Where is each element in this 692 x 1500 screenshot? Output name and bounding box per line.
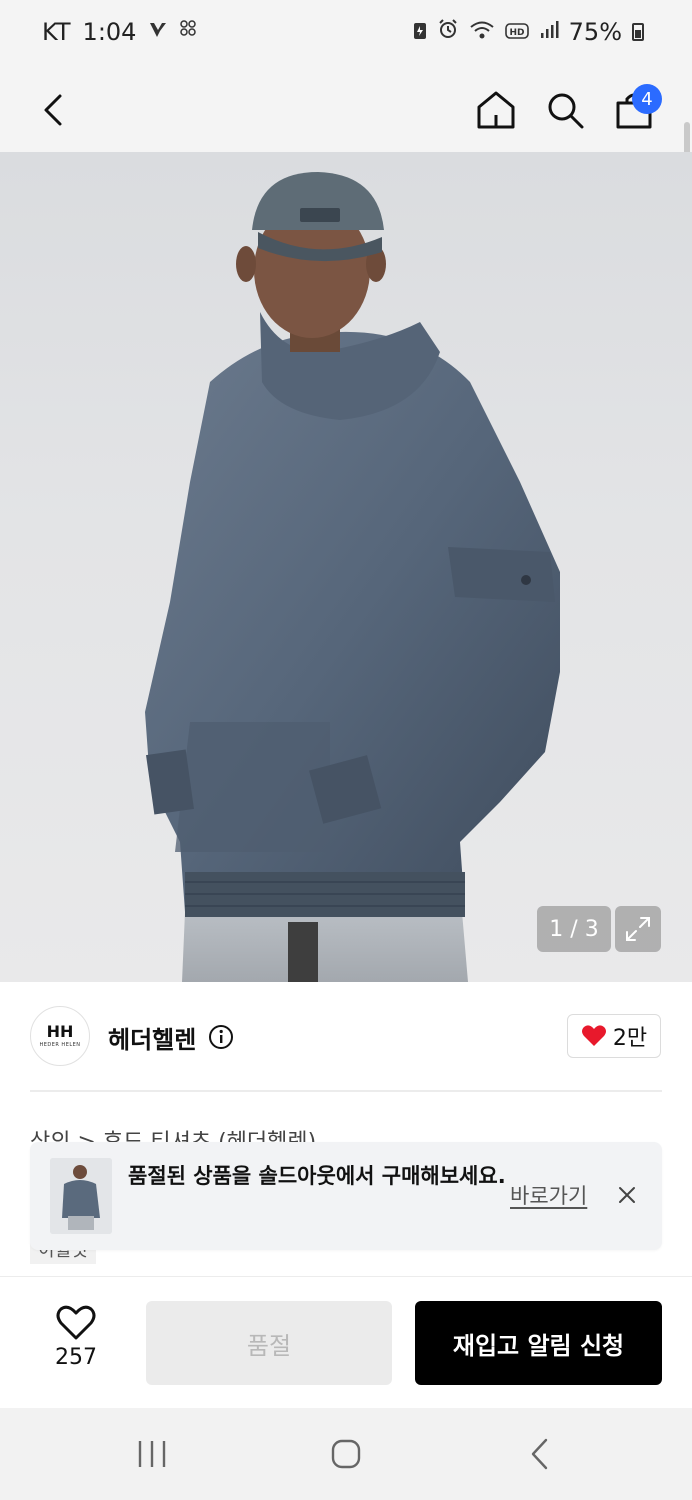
cart-button[interactable]: 4 [606, 82, 662, 138]
status-left: KT 1:04 [42, 18, 197, 46]
svg-text:HD: HD [509, 28, 524, 38]
soldout-button[interactable]: 품절 [146, 1301, 392, 1385]
top-navigation: 4 [0, 70, 692, 262]
recent-apps-icon [138, 1441, 166, 1467]
status-right: HD 75% [413, 18, 644, 46]
expand-image-button[interactable] [615, 906, 661, 952]
carrier: KT [42, 18, 71, 46]
clock: 1:04 [82, 18, 137, 46]
status-bar: KT 1:04 HD 75% [0, 0, 692, 70]
wishlist-button[interactable]: 257 [30, 1305, 122, 1385]
home-system-button[interactable] [316, 1430, 376, 1478]
heart-filled-icon [581, 1025, 606, 1046]
photo-counter: 1 / 3 [537, 906, 611, 952]
brand-row: HH HEDER HELEN 헤더헬렌 2만 [0, 982, 692, 1090]
hd-icon: HD [504, 18, 529, 46]
soldout-toast: 품절된 상품을 솔드아웃에서 구매해보세요. 바로가기 [30, 1142, 662, 1250]
toast-close-button[interactable] [614, 1182, 640, 1208]
toast-product-thumbnail [50, 1158, 112, 1234]
product-image-gallery[interactable]: 1 / 3 [0, 152, 692, 982]
brand-logo-mark: HH [46, 1022, 74, 1041]
bottom-action-bar: 257 품절 재입고 알림 신청 [0, 1276, 692, 1409]
close-icon [619, 1187, 635, 1203]
restock-alert-button[interactable]: 재입고 알림 신청 [415, 1301, 662, 1385]
system-navigation-bar [0, 1408, 692, 1500]
search-icon [548, 93, 584, 129]
expand-icon [626, 917, 650, 941]
v-notification-icon [148, 20, 168, 45]
signal-icon [539, 18, 559, 46]
home-button[interactable] [468, 82, 524, 138]
wishlist-count: 257 [55, 1345, 97, 1370]
cart-count-badge: 4 [632, 84, 662, 114]
brand-logo[interactable]: HH HEDER HELEN [30, 1006, 90, 1066]
product-photo [145, 172, 560, 982]
back-button[interactable] [26, 82, 82, 138]
wifi-icon [469, 18, 495, 46]
search-button[interactable] [537, 82, 593, 138]
battery-saver-icon [413, 18, 427, 46]
divider [30, 1090, 662, 1092]
toast-go-link[interactable]: 바로가기 [510, 1180, 587, 1210]
info-icon[interactable] [208, 1024, 234, 1054]
brand-logo-sub: HEDER HELEN [39, 1042, 81, 1048]
back-icon [44, 94, 62, 126]
brand-like-count: 2만 [612, 1026, 648, 1051]
grid-notification-icon [180, 19, 197, 45]
alarm-icon [437, 18, 459, 46]
battery-percent: 75% [568, 18, 622, 46]
toast-message: 품절된 상품을 솔드아웃에서 구매해보세요. [128, 1164, 506, 1188]
system-back-icon [531, 1438, 548, 1470]
recent-apps-button[interactable] [122, 1430, 182, 1478]
home-icon [477, 91, 515, 129]
home-circle-icon [331, 1439, 361, 1469]
brand-like-button[interactable]: 2만 [567, 1014, 661, 1058]
brand-name[interactable]: 헤더헬렌 [108, 1020, 196, 1055]
system-back-button[interactable] [510, 1430, 570, 1478]
heart-outline-icon [56, 1305, 96, 1340]
battery-icon [632, 23, 644, 41]
